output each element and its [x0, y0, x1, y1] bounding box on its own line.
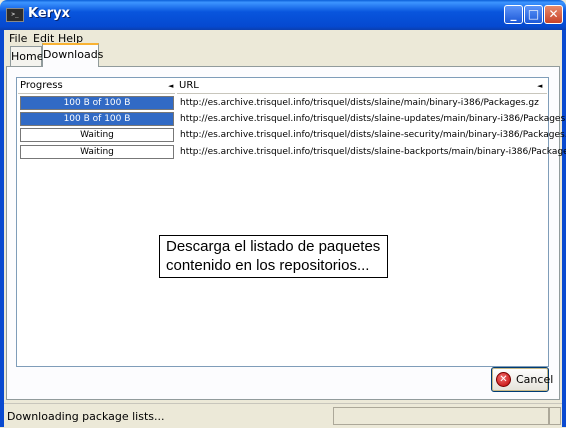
- info-message-box: Descarga el listado de paquetes contenid…: [159, 235, 388, 278]
- download-url: http://es.archive.trisquel.info/trisquel…: [180, 98, 539, 108]
- window-border-right: [562, 30, 566, 427]
- title-bar[interactable]: >_ Keryx _ □ ✕: [0, 0, 566, 30]
- cancel-icon: ✕: [496, 372, 511, 387]
- progress-bar: Waiting: [20, 145, 174, 159]
- progress-label: 100 B of 100 B: [63, 98, 131, 108]
- message-line-2: contenido en los repositorios...: [166, 257, 370, 274]
- progress-header-label: Progress: [20, 80, 63, 91]
- menu-file[interactable]: File: [9, 32, 27, 45]
- close-button[interactable]: ✕: [544, 5, 563, 24]
- progress-bar: 100 B of 100 B: [20, 96, 174, 110]
- progress-label: Waiting: [80, 130, 114, 140]
- tab-downloads[interactable]: Downloads: [42, 43, 103, 67]
- progress-bar: 100 B of 100 B: [20, 112, 174, 126]
- terminal-icon: >_: [6, 8, 24, 22]
- resize-grip[interactable]: [549, 407, 561, 425]
- download-url: http://es.archive.trisquel.info/trisquel…: [180, 114, 566, 124]
- download-url: http://es.archive.trisquel.info/trisquel…: [180, 147, 566, 157]
- window-border-left: [0, 30, 4, 427]
- column-header-progress[interactable]: Progress ◄: [18, 79, 175, 94]
- download-row[interactable]: Waiting http://es.archive.trisquel.info/…: [18, 145, 566, 159]
- download-url: http://es.archive.trisquel.info/trisquel…: [180, 130, 566, 140]
- close-icon: ✕: [548, 7, 559, 21]
- download-row[interactable]: 100 B of 100 B http://es.archive.trisque…: [18, 96, 548, 110]
- message-line-1: Descarga el listado de paquetes: [166, 238, 381, 255]
- window-title: Keryx: [28, 6, 70, 21]
- sort-arrow-icon: ◄: [168, 82, 174, 90]
- cancel-button-label: Cancel: [516, 373, 554, 386]
- status-bar: Downloading package lists...: [4, 403, 562, 428]
- progress-label: Waiting: [80, 147, 114, 157]
- status-text: Downloading package lists...: [7, 410, 165, 423]
- download-row[interactable]: 100 B of 100 B http://es.archive.trisque…: [18, 112, 566, 126]
- minimize-button[interactable]: _: [504, 5, 523, 24]
- progress-label: 100 B of 100 B: [63, 114, 131, 124]
- progress-bar: Waiting: [20, 128, 174, 142]
- sort-arrow-icon: ◄: [537, 82, 543, 90]
- column-header-url[interactable]: URL ◄: [177, 79, 547, 94]
- maximize-button[interactable]: □: [524, 5, 543, 24]
- minimize-icon: _: [510, 7, 517, 21]
- maximize-icon: □: [527, 7, 540, 21]
- status-pane: [333, 407, 549, 425]
- tab-home[interactable]: Home: [10, 46, 43, 67]
- cancel-button[interactable]: ✕ Cancel: [491, 367, 553, 392]
- download-row[interactable]: Waiting http://es.archive.trisquel.info/…: [18, 128, 566, 142]
- url-header-label: URL: [179, 80, 199, 91]
